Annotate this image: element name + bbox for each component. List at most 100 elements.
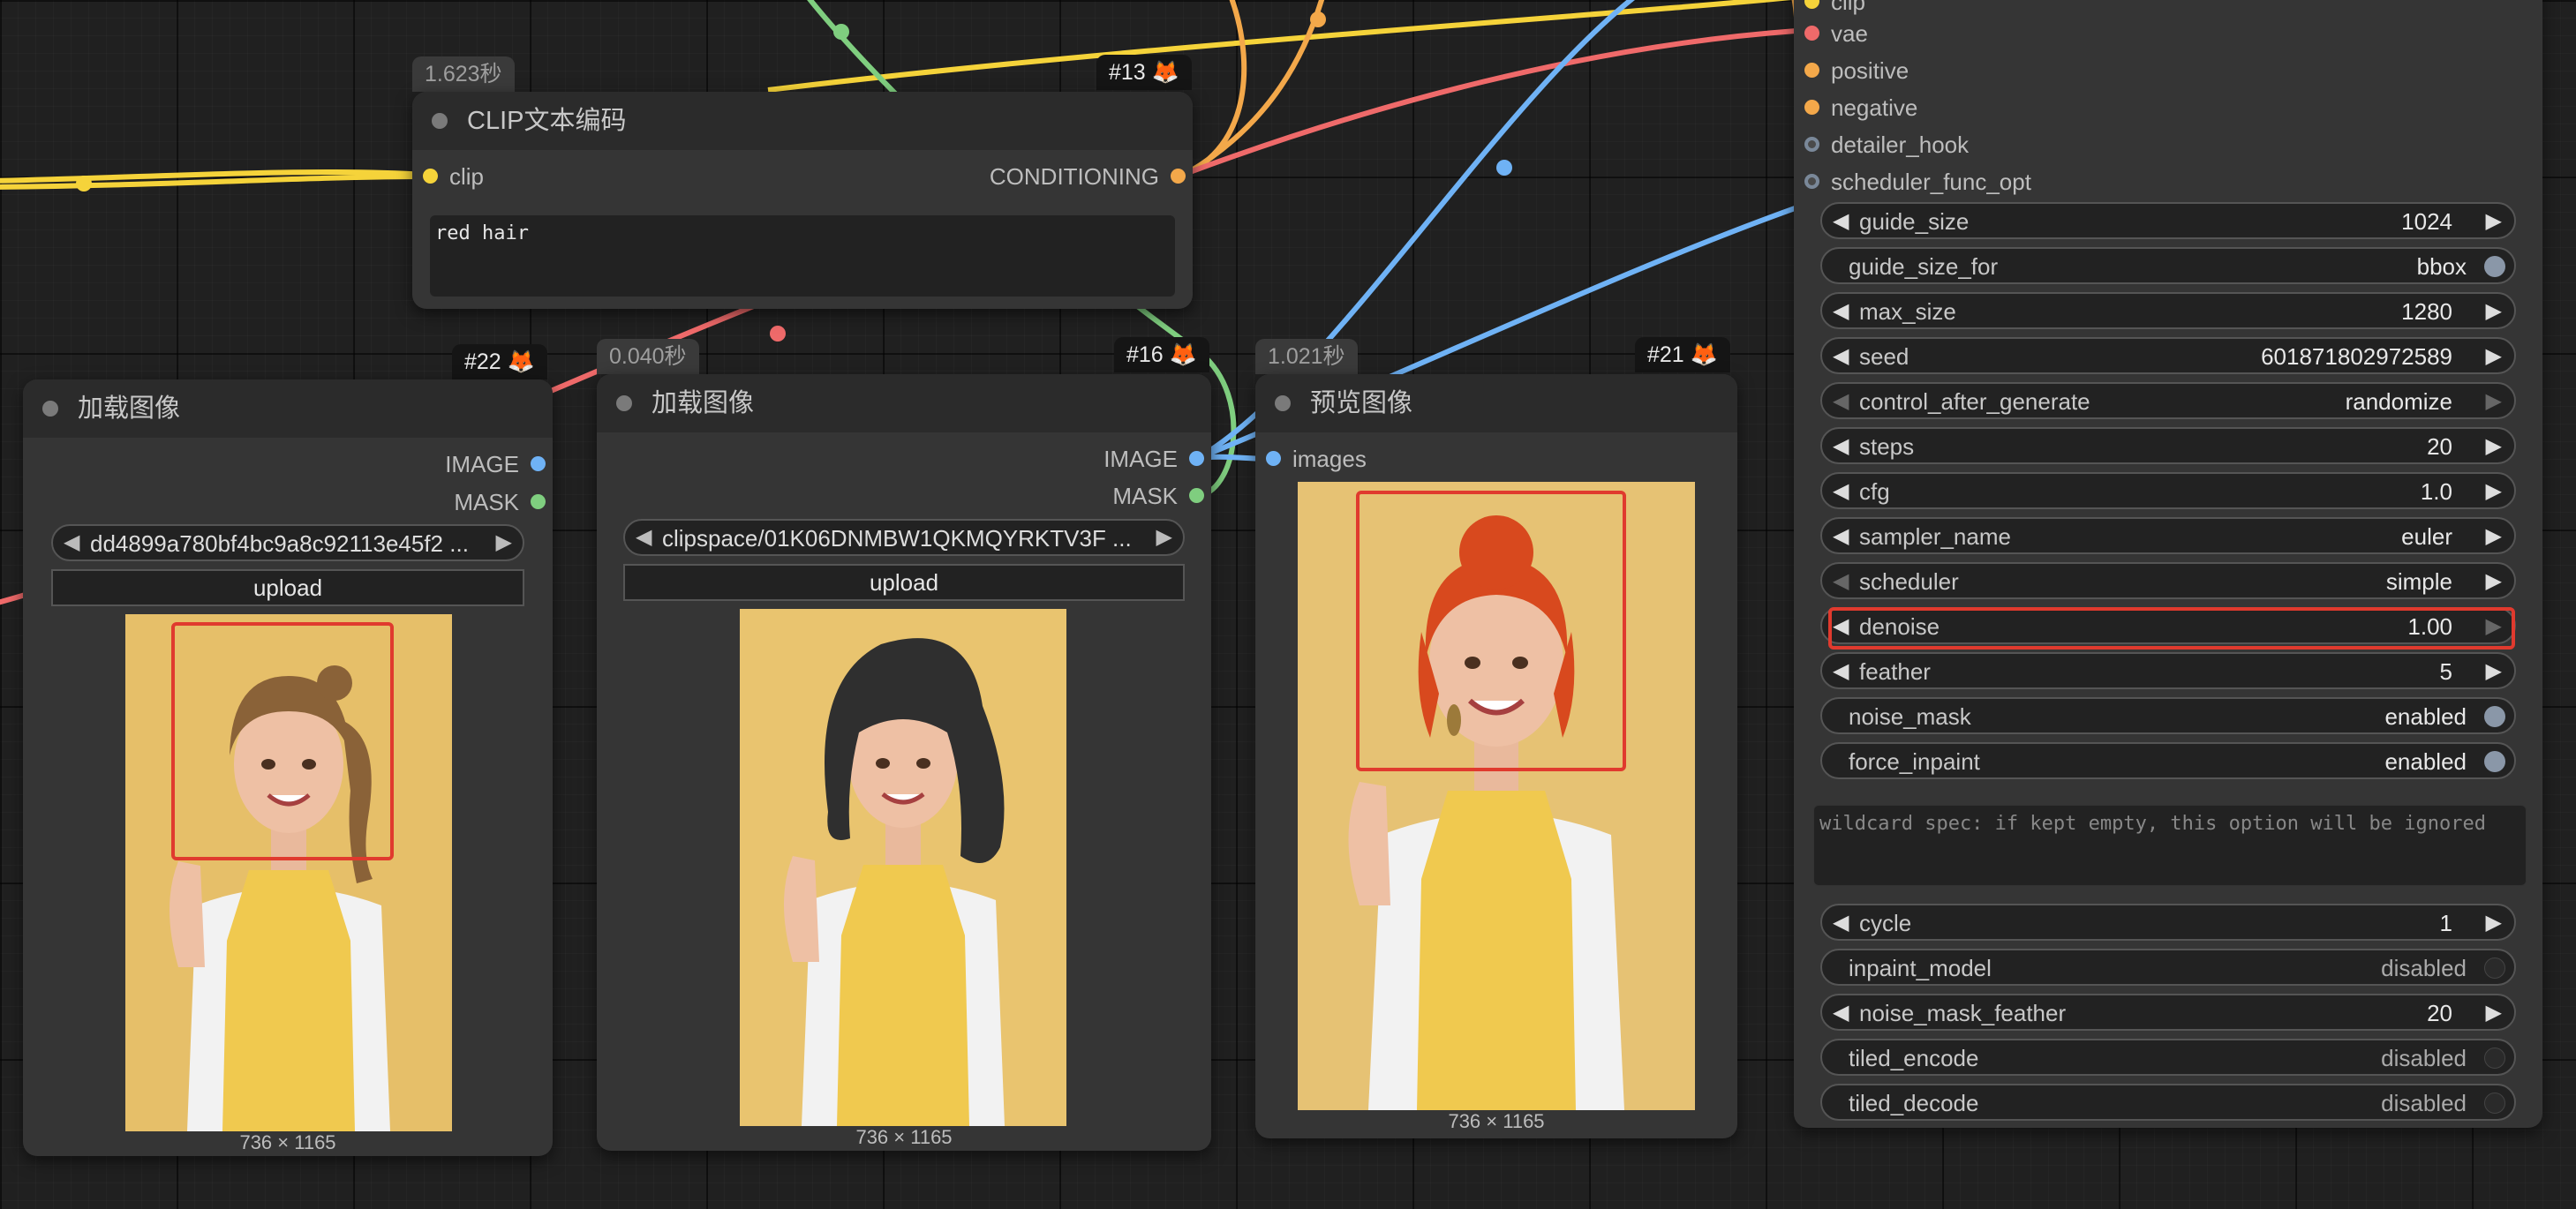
prompt-textarea[interactable]: red hair bbox=[430, 215, 1175, 297]
widget-steps[interactable]: ◀ steps 20 ▶ bbox=[1820, 427, 2516, 464]
arrow-right-icon[interactable]: ▶ bbox=[2486, 523, 2502, 549]
widget-tiled-encode[interactable]: tiled_encode disabled bbox=[1820, 1039, 2516, 1076]
widget-label: steps bbox=[1859, 433, 1915, 460]
output-slot-image[interactable]: IMAGE bbox=[1028, 445, 1204, 473]
image-dimensions: 736 × 1165 bbox=[239, 1131, 336, 1153]
toggle-knob-icon[interactable] bbox=[2484, 1093, 2505, 1114]
arrow-left-icon[interactable]: ◀ bbox=[1833, 298, 1849, 324]
widget-value: enabled bbox=[2384, 703, 2467, 730]
output-slot-conditioning[interactable]: CONDITIONING bbox=[921, 162, 1186, 191]
arrow-right-icon[interactable]: ▶ bbox=[2486, 208, 2502, 234]
arrow-left-icon[interactable]: ◀ bbox=[1833, 523, 1849, 549]
widget-noise-mask-feather[interactable]: ◀ noise_mask_feather 20 ▶ bbox=[1820, 994, 2516, 1031]
arrow-left-icon[interactable]: ◀ bbox=[64, 529, 79, 555]
widget-noise-mask[interactable]: noise_mask enabled bbox=[1820, 697, 2516, 734]
widget-inpaint-model[interactable]: inpaint_model disabled bbox=[1820, 949, 2516, 986]
image-file-combo[interactable]: ◀ clipspace/01K06DNMBW1QKMQYRKTV3F ... ▶ bbox=[623, 519, 1185, 556]
arrow-right-icon[interactable]: ▶ bbox=[2486, 910, 2502, 935]
node-title: 加载图像 bbox=[78, 394, 181, 423]
clip-text-encode-node[interactable]: CLIP文本编码 clip CONDITIONING red hair bbox=[412, 92, 1193, 309]
toggle-knob-icon[interactable] bbox=[2484, 256, 2505, 277]
arrow-right-icon[interactable]: ▶ bbox=[2486, 388, 2502, 414]
widget-value: randomize bbox=[2345, 388, 2452, 415]
widget-control-after-generate[interactable]: ◀ control_after_generate randomize ▶ bbox=[1820, 382, 2516, 419]
arrow-right-icon[interactable]: ▶ bbox=[2486, 658, 2502, 684]
arrow-right-icon[interactable]: ▶ bbox=[2486, 568, 2502, 594]
arrow-left-icon[interactable]: ◀ bbox=[636, 524, 652, 550]
wildcard-textarea[interactable]: wildcard spec: if kept empty, this optio… bbox=[1813, 805, 2527, 886]
preview-image-node[interactable]: 预览图像 images 736 × 1165 bbox=[1255, 374, 1737, 1138]
arrow-right-icon[interactable]: ▶ bbox=[2486, 478, 2502, 504]
load-image-node-22[interactable]: 加载图像 IMAGE MASK ◀ dd4899a780bf4bc9a8c921… bbox=[23, 379, 553, 1156]
upload-button[interactable]: upload bbox=[623, 564, 1185, 601]
arrow-left-icon[interactable]: ◀ bbox=[1833, 568, 1849, 594]
arrow-right-icon[interactable]: ▶ bbox=[2486, 433, 2502, 459]
node-title-bar[interactable]: 预览图像 bbox=[1255, 374, 1737, 432]
widget-tiled-decode[interactable]: tiled_decode disabled bbox=[1820, 1084, 2516, 1121]
toggle-knob-icon[interactable] bbox=[2484, 751, 2505, 772]
arrow-left-icon[interactable]: ◀ bbox=[1833, 208, 1849, 234]
slot-dot-icon[interactable] bbox=[1804, 26, 1819, 41]
arrow-left-icon[interactable]: ◀ bbox=[1833, 343, 1849, 369]
slot-dot-icon[interactable] bbox=[423, 169, 438, 184]
clip-link-2 bbox=[0, 174, 427, 190]
output-slot-image[interactable]: IMAGE bbox=[369, 450, 546, 478]
arrow-left-icon[interactable]: ◀ bbox=[1833, 478, 1849, 504]
widget-cycle[interactable]: ◀ cycle 1 ▶ bbox=[1820, 904, 2516, 941]
slot-dot-icon[interactable] bbox=[1804, 63, 1819, 78]
image-file-combo[interactable]: ◀ dd4899a780bf4bc9a8c92113e45f2 ... ▶ bbox=[51, 524, 524, 561]
link-reroute-dot-2 bbox=[1310, 11, 1326, 27]
widget-label: scheduler bbox=[1859, 568, 1959, 595]
toggle-knob-icon[interactable] bbox=[2484, 1048, 2505, 1069]
arrow-right-icon[interactable]: ▶ bbox=[2486, 343, 2502, 369]
widget-feather[interactable]: ◀ feather 5 ▶ bbox=[1820, 652, 2516, 689]
slot-dot-icon[interactable] bbox=[531, 456, 546, 471]
slot-dot-icon[interactable] bbox=[1804, 100, 1819, 115]
toggle-knob-icon[interactable] bbox=[2484, 957, 2505, 979]
arrow-left-icon[interactable]: ◀ bbox=[1833, 1000, 1849, 1025]
widget-guide-size-for[interactable]: guide_size_for bbox bbox=[1820, 247, 2516, 284]
node-title-bar[interactable]: CLIP文本编码 bbox=[412, 92, 1193, 150]
arrow-right-icon[interactable]: ▶ bbox=[2486, 298, 2502, 324]
arrow-left-icon[interactable]: ◀ bbox=[1833, 658, 1849, 684]
slot-dot-icon[interactable] bbox=[1189, 488, 1204, 503]
widget-sampler-name[interactable]: ◀ sampler_name euler ▶ bbox=[1820, 517, 2516, 554]
arrow-left-icon[interactable]: ◀ bbox=[1833, 388, 1849, 414]
widget-seed[interactable]: ◀ seed 601871802972589 ▶ bbox=[1820, 337, 2516, 374]
widget-label: noise_mask_feather bbox=[1859, 1000, 2067, 1026]
arrow-left-icon[interactable]: ◀ bbox=[1833, 910, 1849, 935]
output-slot-mask[interactable]: MASK bbox=[1028, 482, 1204, 510]
collapse-dot-icon[interactable] bbox=[432, 113, 448, 129]
widget-value: euler bbox=[2401, 523, 2452, 550]
slot-dot-icon[interactable] bbox=[531, 494, 546, 509]
widget-max-size[interactable]: ◀ max_size 1280 ▶ bbox=[1820, 292, 2516, 329]
slot-dot-icon[interactable] bbox=[1266, 451, 1281, 466]
vae-link bbox=[1186, 27, 1811, 176]
widget-scheduler[interactable]: ◀ scheduler simple ▶ bbox=[1820, 562, 2516, 599]
widget-force-inpaint[interactable]: force_inpaint enabled bbox=[1820, 742, 2516, 779]
node-id-badge: #21 🦊 bbox=[1635, 337, 1730, 372]
collapse-dot-icon[interactable] bbox=[1275, 395, 1291, 411]
combo-value: dd4899a780bf4bc9a8c92113e45f2 ... bbox=[90, 530, 469, 557]
node-title-bar[interactable]: 加载图像 bbox=[23, 379, 553, 438]
load-image-node-16[interactable]: 加载图像 IMAGE MASK ◀ clipspace/01K06DNMBW1Q… bbox=[597, 374, 1211, 1151]
upload-button[interactable]: upload bbox=[51, 569, 524, 606]
collapse-dot-icon[interactable] bbox=[42, 401, 58, 417]
arrow-right-icon[interactable]: ▶ bbox=[1156, 524, 1172, 550]
slot-dot-icon[interactable] bbox=[1171, 169, 1186, 184]
collapse-dot-icon[interactable] bbox=[616, 395, 632, 411]
arrow-right-icon[interactable]: ▶ bbox=[496, 529, 512, 555]
widget-value: 1 bbox=[2439, 910, 2452, 936]
clip-link-1 bbox=[0, 169, 427, 184]
widget-cfg[interactable]: ◀ cfg 1.0 ▶ bbox=[1820, 472, 2516, 509]
widget-label: inpaint_model bbox=[1849, 955, 1992, 981]
slot-dot-icon[interactable] bbox=[1804, 137, 1819, 152]
slot-dot-icon[interactable] bbox=[1804, 174, 1819, 189]
node-title-bar[interactable]: 加载图像 bbox=[597, 374, 1211, 432]
widget-guide-size[interactable]: ◀ guide_size 1024 ▶ bbox=[1820, 202, 2516, 239]
arrow-right-icon[interactable]: ▶ bbox=[2486, 1000, 2502, 1025]
arrow-left-icon[interactable]: ◀ bbox=[1833, 433, 1849, 459]
output-slot-mask[interactable]: MASK bbox=[369, 488, 546, 516]
toggle-knob-icon[interactable] bbox=[2484, 706, 2505, 727]
slot-dot-icon[interactable] bbox=[1189, 451, 1204, 466]
